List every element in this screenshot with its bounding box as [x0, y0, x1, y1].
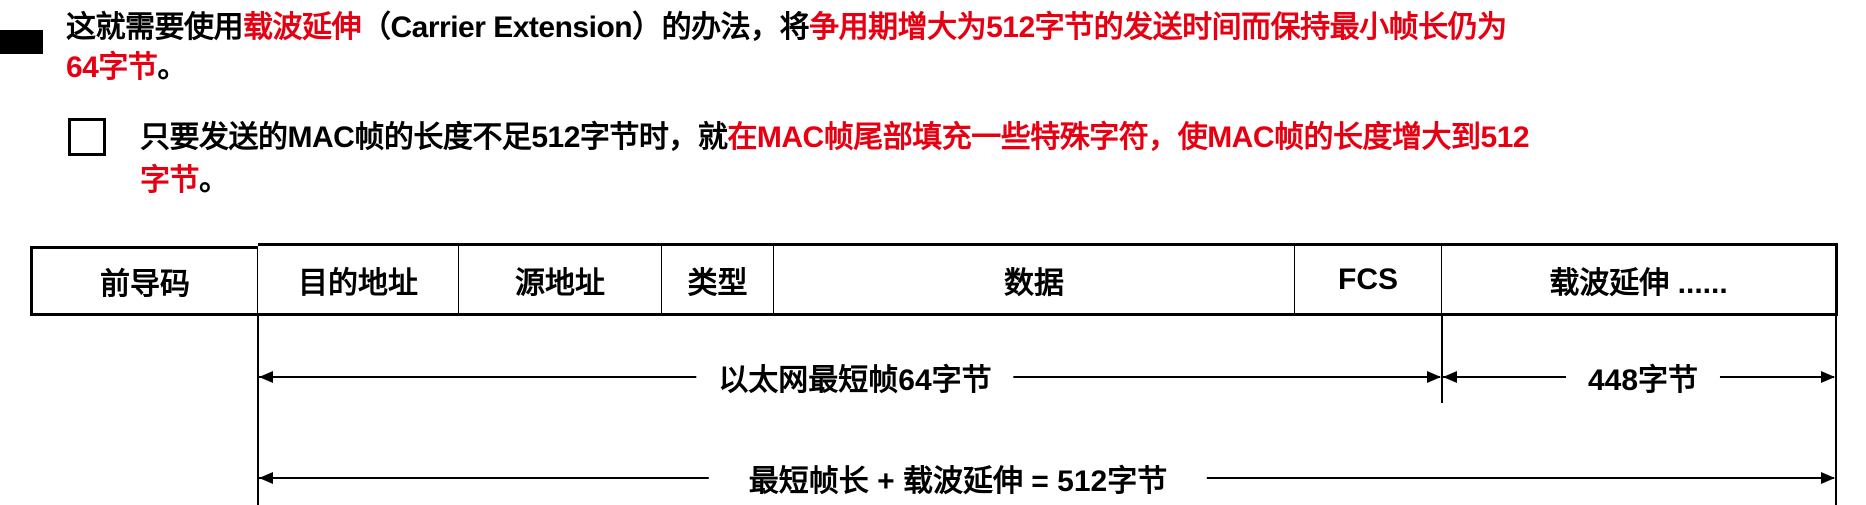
bullet-checkbox-icon	[68, 118, 106, 156]
field-src-address: 源地址	[459, 243, 662, 316]
text: 只要发送的MAC帧的长度不足512字节时，就	[140, 121, 728, 154]
highlight-text: 字节	[140, 164, 200, 197]
divider	[1441, 316, 1443, 403]
field-carrier-extension: 载波延伸 ......	[1442, 243, 1838, 316]
total-label: 最短帧长 + 载波延伸 = 512字节	[708, 456, 1208, 500]
field-preamble: 前导码	[30, 246, 258, 316]
arrow-left-icon	[1443, 371, 1457, 383]
field-fcs: FCS	[1295, 243, 1442, 316]
arrow-right-icon	[1821, 472, 1835, 484]
text: 。	[157, 51, 187, 84]
arrow-right-icon	[1821, 371, 1835, 383]
paragraph-1-line-1: 这就需要使用载波延伸（Carrier Extension）的办法，将争用期增大为…	[66, 10, 1507, 46]
text: 这就需要使用	[66, 11, 244, 44]
arrow-left-icon	[259, 472, 273, 484]
extension-label: 448字节	[1565, 355, 1721, 399]
arrow-left-icon	[259, 371, 273, 383]
field-dest-address: 目的地址	[258, 243, 459, 316]
divider	[1835, 316, 1837, 505]
paragraph-1-line-2: 64字节。	[66, 50, 187, 86]
paragraph-2-line-2: 字节。	[140, 163, 229, 199]
field-type: 类型	[662, 243, 774, 316]
arrow-right-icon	[1427, 371, 1441, 383]
highlight-text: 在MAC帧尾部填充一些特殊字符，使MAC帧的长度增大到512	[727, 121, 1530, 154]
highlight-text: 64字节	[66, 51, 158, 84]
highlight-text: 载波延伸	[243, 11, 362, 44]
min-frame-label: 以太网最短帧64字节	[696, 355, 1014, 399]
text: （Carrier Extension）的办法，将	[361, 11, 810, 44]
bullet-square-icon	[0, 30, 43, 54]
highlight-text: 争用期增大为512字节的发送时间而保持最小帧长仍为	[809, 11, 1507, 44]
text: 。	[199, 164, 229, 197]
field-data: 数据	[774, 243, 1295, 316]
paragraph-2-line-1: 只要发送的MAC帧的长度不足512字节时，就在MAC帧尾部填充一些特殊字符，使M…	[140, 120, 1530, 156]
